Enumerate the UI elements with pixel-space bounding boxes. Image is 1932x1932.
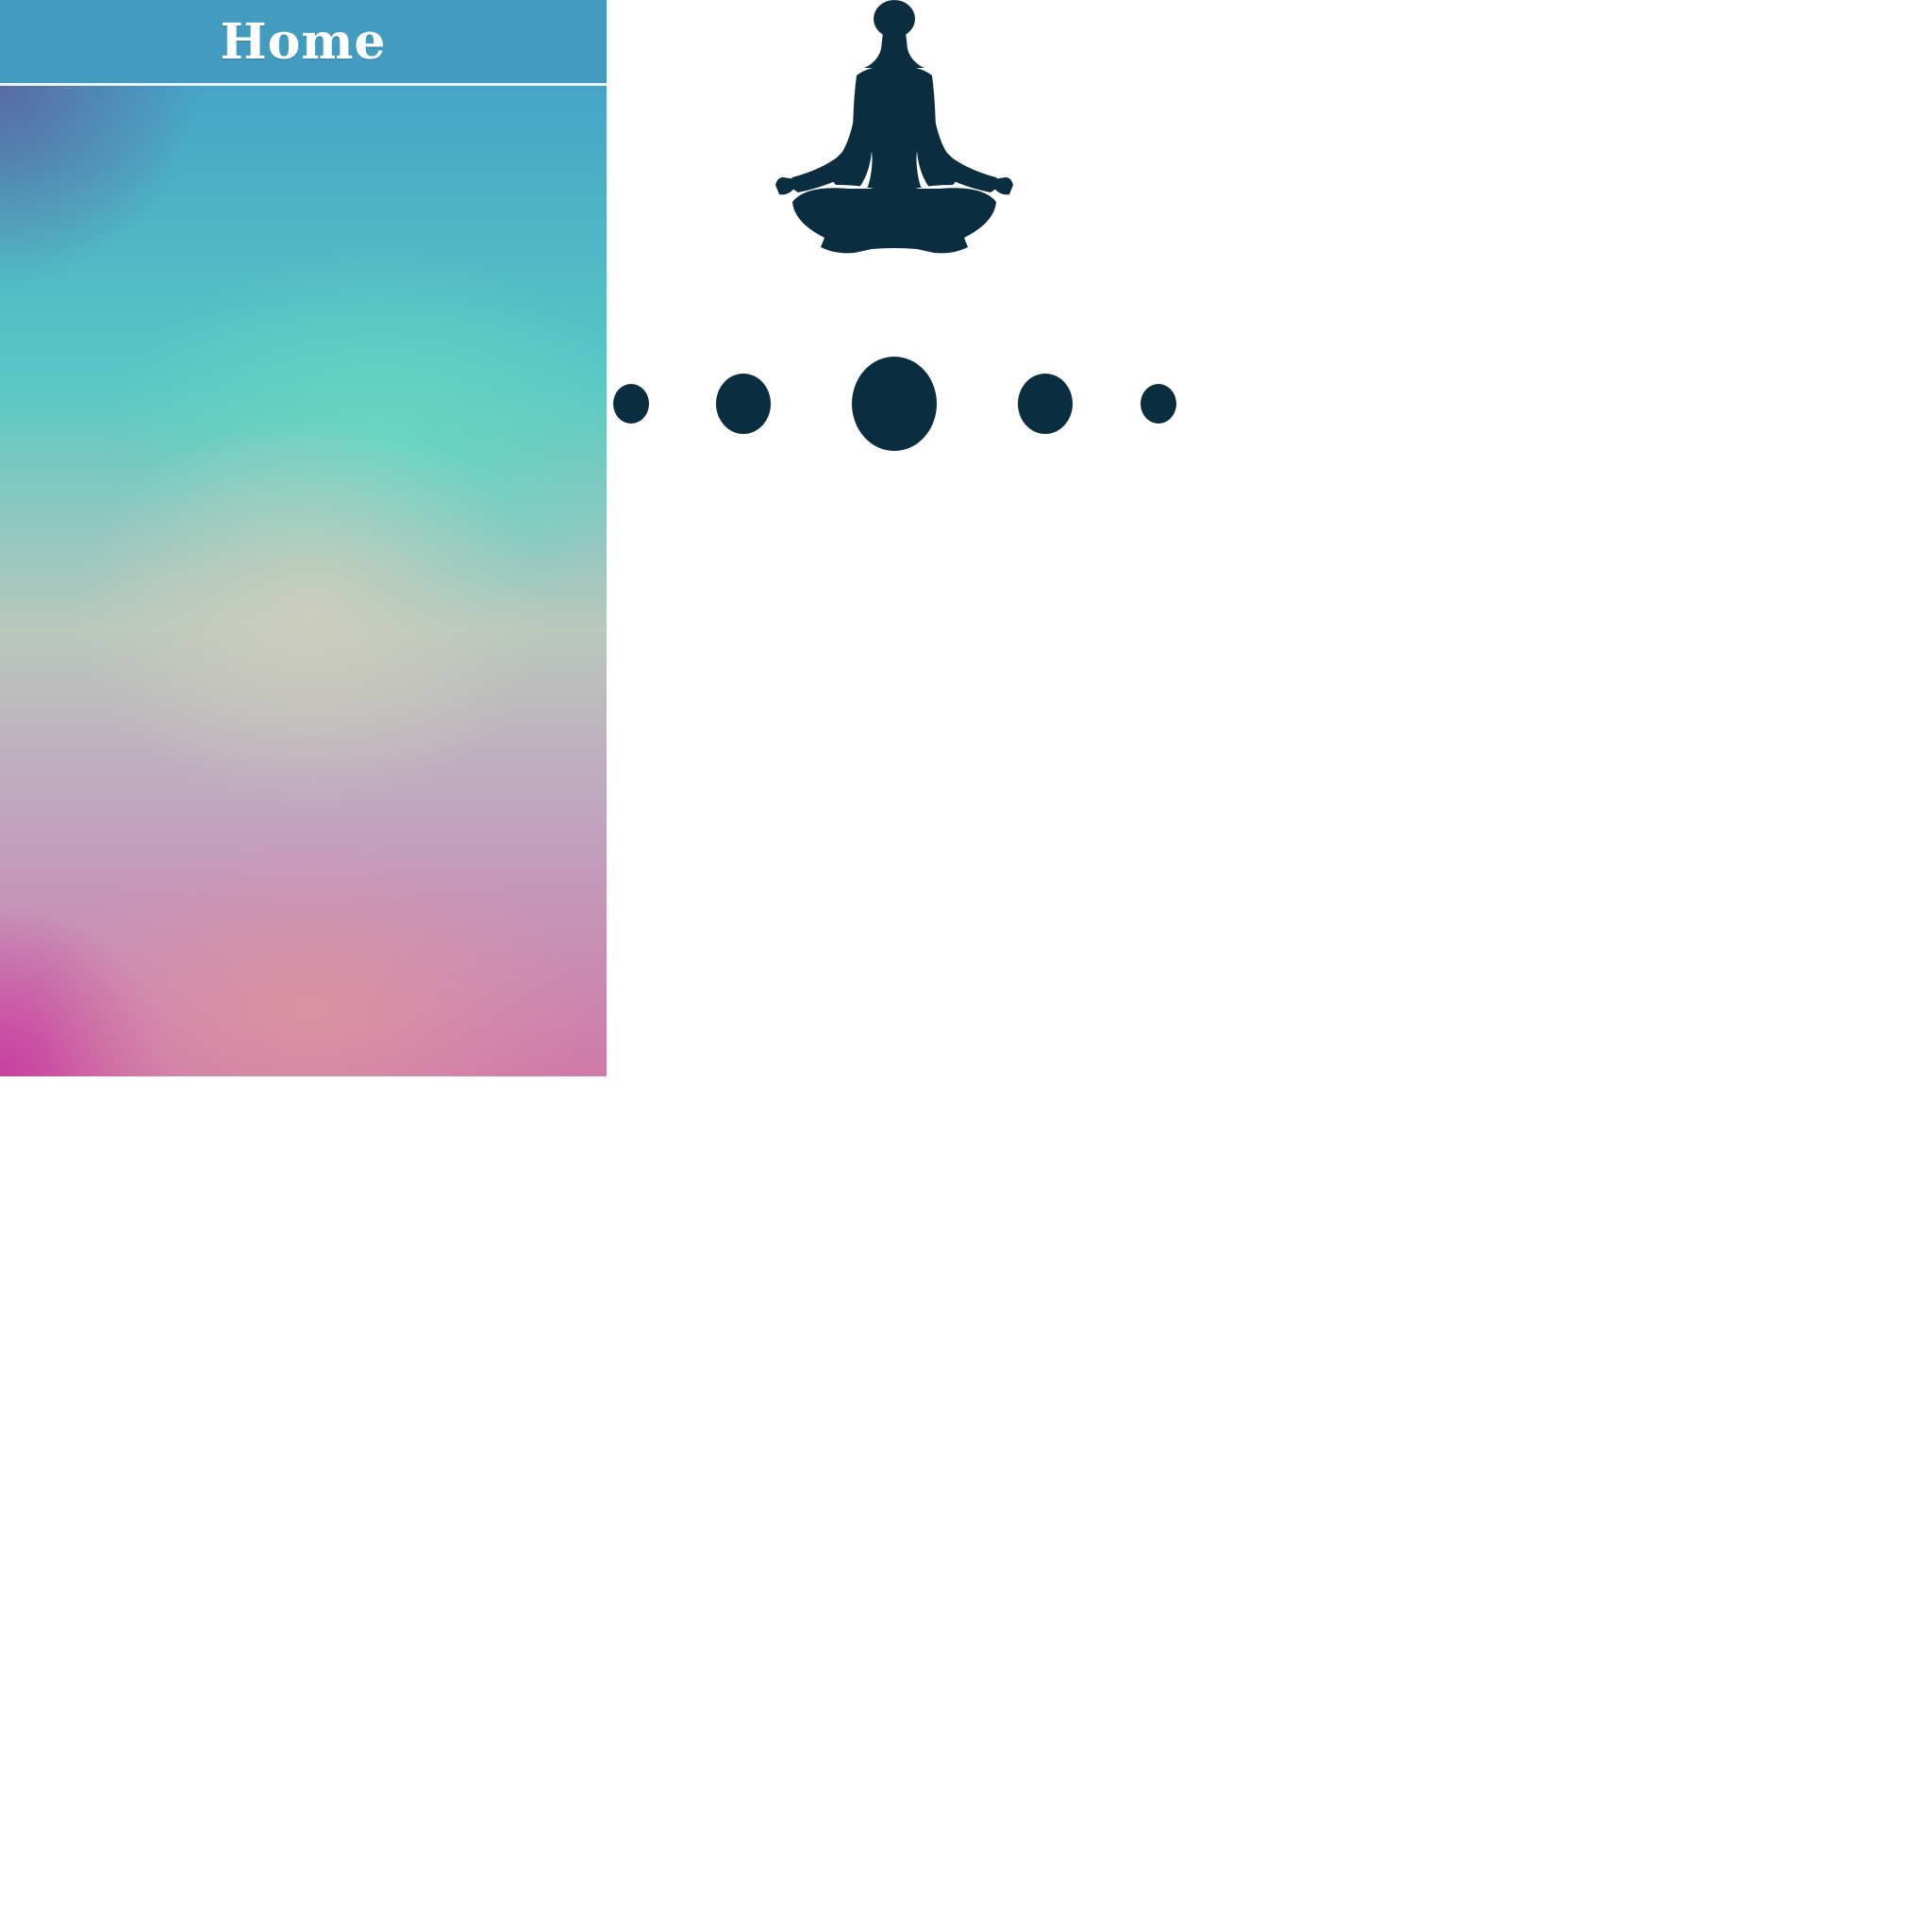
page: Home [0, 0, 1932, 1932]
loading-dots-icon [613, 357, 1176, 451]
home-screen-panel: Home [0, 0, 607, 1076]
gradient-background [0, 86, 607, 1076]
header-bar: Home [0, 0, 607, 83]
page-title: Home [220, 12, 387, 71]
meditation-figure-icon [775, 0, 1013, 254]
